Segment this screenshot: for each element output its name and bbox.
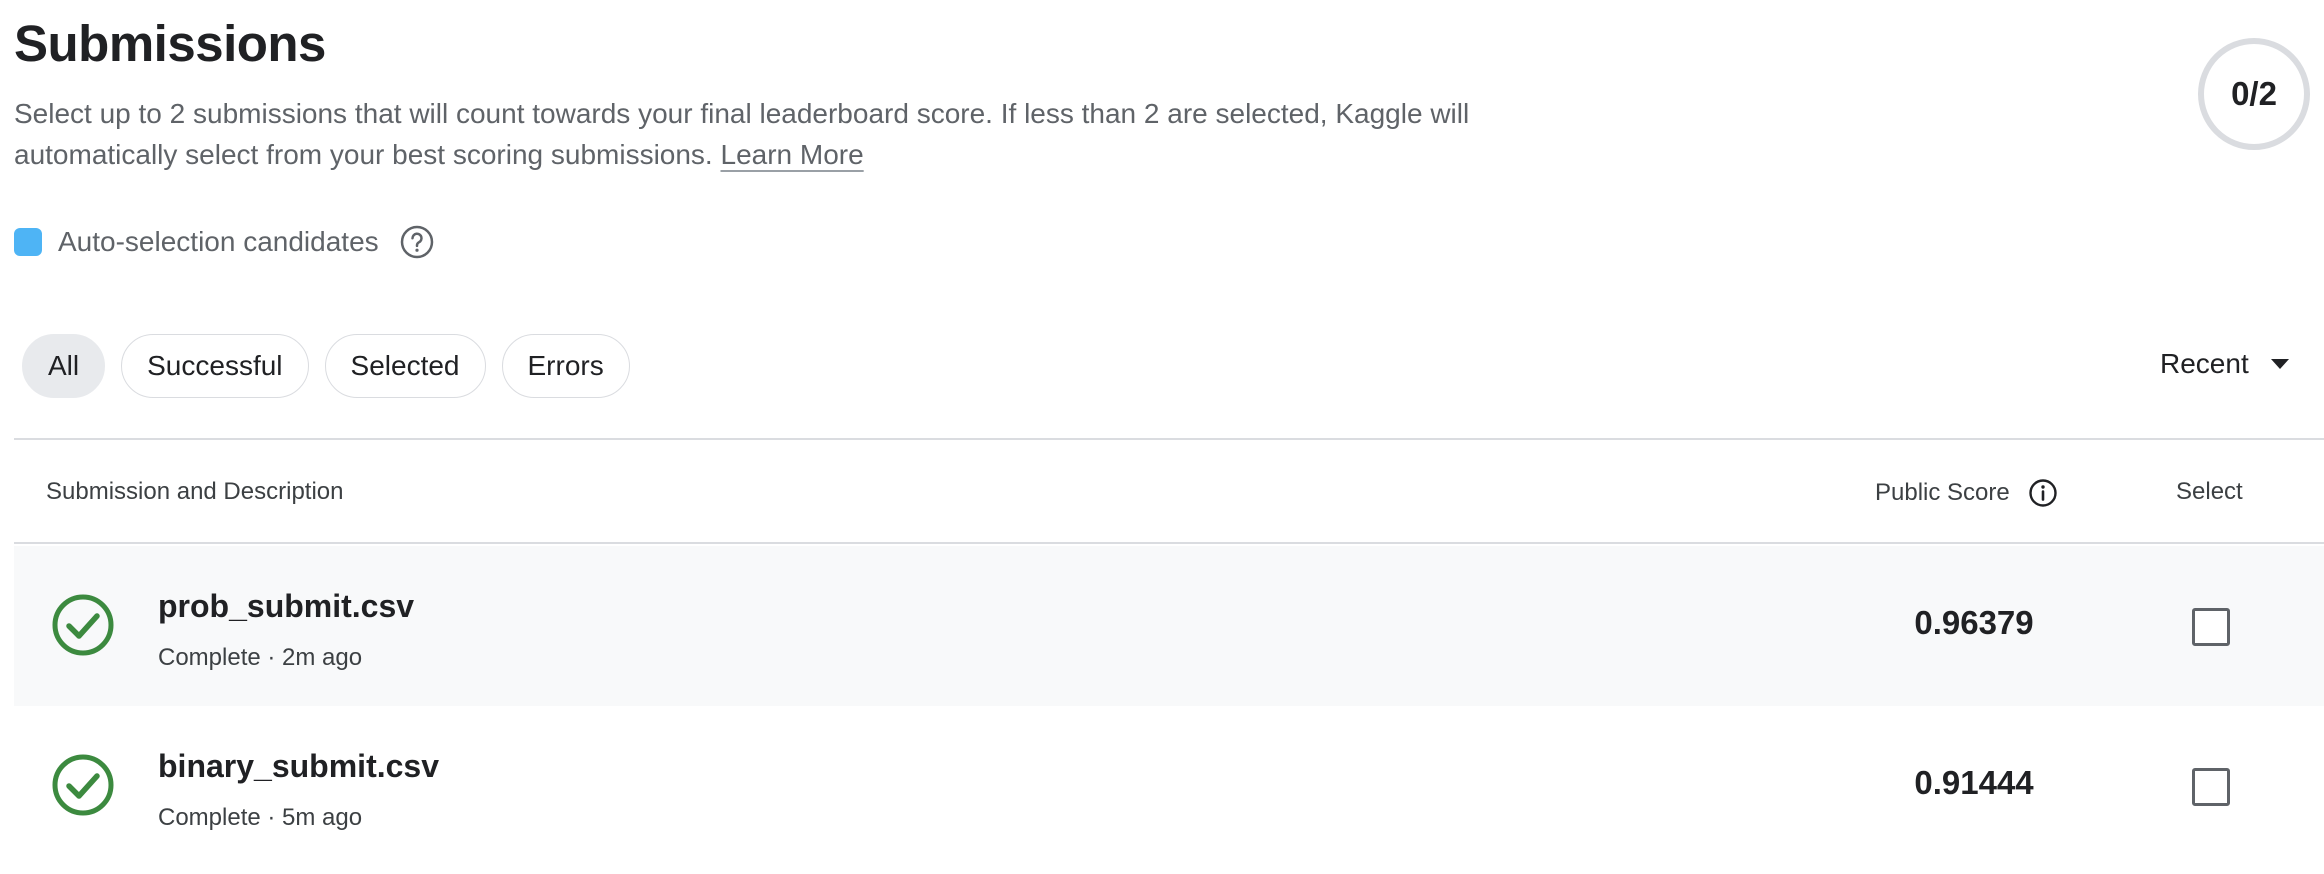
- filter-chip-successful[interactable]: Successful: [121, 334, 309, 398]
- submission-meta: Complete · 5m ago: [158, 804, 363, 831]
- selection-counter-value: 0/2: [2231, 75, 2277, 112]
- learn-more-link[interactable]: Learn More: [721, 139, 864, 170]
- submission-filename: binary_submit.csv: [158, 748, 439, 784]
- filter-chips: All Successful Selected Errors: [22, 334, 630, 398]
- page-title: Submissions: [14, 15, 326, 72]
- filter-chip-selected[interactable]: Selected: [324, 334, 486, 398]
- column-header-score: Public Score: [1875, 478, 2058, 508]
- column-header-score-label: Public Score: [1875, 479, 2010, 506]
- table-header: Submission and Description Public Score …: [14, 440, 2324, 544]
- submission-meta: Complete · 2m ago: [158, 644, 363, 671]
- auto-selection-swatch: [14, 228, 42, 256]
- table-row: binary_submit.csv Complete · 5m ago 0.91…: [14, 706, 2324, 866]
- filter-chip-errors[interactable]: Errors: [501, 334, 630, 398]
- column-header-select: Select: [2176, 478, 2243, 505]
- info-icon[interactable]: [2028, 478, 2058, 508]
- select-checkbox[interactable]: [2192, 608, 2230, 646]
- caret-down-icon: [2270, 359, 2289, 369]
- auto-selection-label: Auto-selection candidates: [58, 226, 379, 257]
- table-row: prob_submit.csv Complete · 2m ago 0.9637…: [14, 546, 2324, 706]
- filter-chip-all[interactable]: All: [22, 334, 106, 398]
- column-header-description: Submission and Description: [46, 478, 344, 505]
- select-checkbox[interactable]: [2192, 768, 2230, 806]
- check-circle-icon: [52, 594, 114, 656]
- public-score: 0.96379: [1914, 604, 2034, 641]
- submissions-page: Submissions Select up to 2 submissions t…: [0, 0, 2324, 874]
- selection-counter: 0/2: [2198, 38, 2310, 150]
- public-score: 0.91444: [1914, 764, 2034, 801]
- check-circle-icon: [52, 754, 114, 816]
- auto-selection-legend: Auto-selection candidates: [14, 224, 435, 260]
- help-circle-icon[interactable]: [399, 224, 435, 260]
- submission-filename: prob_submit.csv: [158, 588, 415, 624]
- sort-label: Recent: [2160, 348, 2249, 379]
- sort-dropdown[interactable]: Recent: [2160, 348, 2289, 380]
- page-description: Select up to 2 submissions that will cou…: [14, 93, 1634, 175]
